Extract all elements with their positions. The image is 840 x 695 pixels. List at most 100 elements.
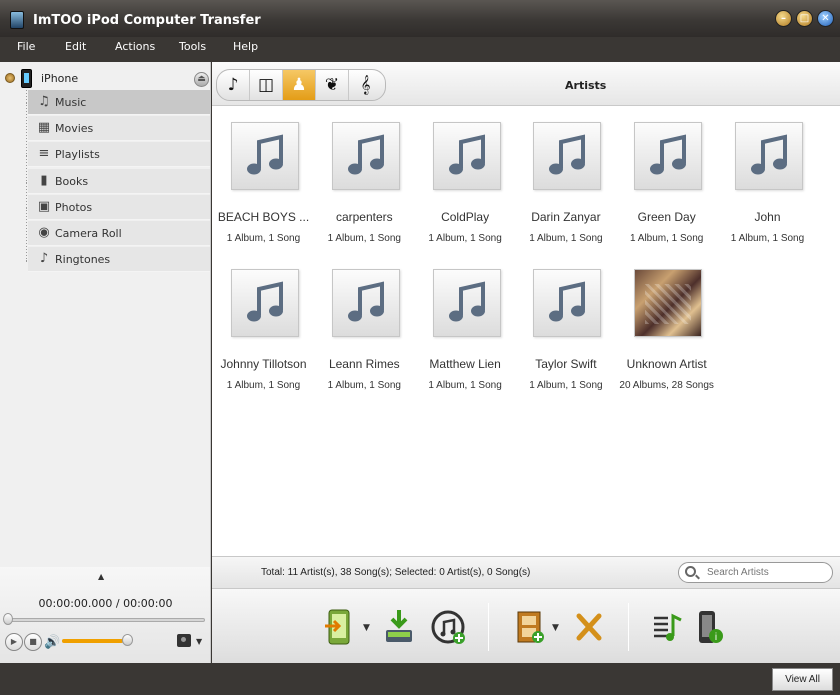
menu-help[interactable]: Help: [233, 40, 258, 53]
search-input[interactable]: [707, 565, 825, 580]
book-icon: ▮: [40, 172, 48, 188]
artist-placeholder-cover[interactable]: [634, 122, 703, 190]
music-note-icon: ♫: [38, 94, 50, 109]
separator: [488, 603, 489, 651]
artist-summary: 20 Albums, 28 Songs: [619, 380, 714, 391]
artist-placeholder-cover[interactable]: [533, 269, 602, 337]
menu-file[interactable]: File: [17, 40, 35, 53]
artist-placeholder-cover[interactable]: [231, 269, 299, 337]
film-icon: ▦: [37, 120, 51, 136]
playlist-add-icon: [654, 613, 682, 641]
add-to-itunes-button[interactable]: [431, 607, 467, 647]
albums-tab[interactable]: ◫: [250, 70, 283, 100]
eject-icon: ⏏: [197, 74, 206, 84]
music-note-icon: [347, 281, 384, 322]
stop-button[interactable]: ■: [24, 633, 42, 651]
add-files-button[interactable]: [512, 607, 548, 647]
window-title: ImTOO iPod Computer Transfer: [33, 13, 261, 28]
add-to-playlist-button[interactable]: [650, 607, 686, 647]
artist-placeholder-cover[interactable]: [331, 122, 400, 190]
volume-icon[interactable]: 🔊: [44, 635, 60, 650]
artist-card[interactable]: Taylor Swift 1 Album, 1 Song: [515, 269, 616, 409]
bottom-bar: View All Tasks: [0, 663, 840, 695]
artist-placeholder-cover[interactable]: [231, 122, 299, 190]
album-cover-image[interactable]: [634, 269, 703, 337]
composers-tab[interactable]: 𝄞: [349, 70, 382, 100]
sidebar-item-label: Camera Roll: [55, 227, 122, 240]
menu-actions[interactable]: Actions: [115, 40, 155, 53]
search-box[interactable]: [678, 562, 833, 583]
chevron-down-icon[interactable]: ▼: [196, 637, 202, 646]
seek-handle[interactable]: [3, 613, 13, 625]
music-note-icon: [247, 281, 283, 322]
sidebar-item-photos[interactable]: ▣ Photos: [28, 194, 210, 220]
collapse-toggle-icon[interactable]: [5, 73, 15, 83]
artist-name: carpenters: [335, 210, 393, 224]
volume-slider[interactable]: [62, 639, 128, 643]
view-toolbar: ♪ ◫ ♟ ❦ 𝄞 Artists: [212, 62, 840, 106]
artist-card[interactable]: Unknown Artist 20 Albums, 28 Songs: [616, 269, 717, 409]
device-info-button[interactable]: i: [692, 607, 728, 647]
ringtone-icon: ♪: [39, 251, 49, 267]
artists-tab[interactable]: ♟: [283, 70, 316, 100]
sidebar-item-camera-roll[interactable]: ◉ Camera Roll: [28, 221, 210, 246]
artist-card[interactable]: Green Day 1 Album, 1 Song: [616, 122, 717, 262]
artist-summary: 1 Album, 1 Song: [428, 380, 502, 391]
artist-card[interactable]: Johnny Tillotson 1 Album, 1 Song: [213, 269, 314, 409]
separator: [628, 603, 629, 651]
maximize-icon: □: [799, 13, 810, 24]
playlist-icon: ≡: [38, 146, 50, 162]
action-bar: ▼ ▼ i: [212, 588, 840, 663]
artist-name: Unknown Artist: [626, 357, 707, 371]
chevron-down-icon[interactable]: ▼: [552, 623, 559, 633]
minimize-button[interactable]: –: [775, 10, 792, 27]
artist-card[interactable]: Leann Rimes 1 Album, 1 Song: [314, 269, 415, 409]
artist-placeholder-cover[interactable]: [735, 122, 803, 190]
sidebar-item-ringtones[interactable]: ♪ Ringtones: [28, 247, 210, 273]
view-title: Artists: [565, 79, 607, 92]
menu-edit[interactable]: Edit: [65, 40, 86, 53]
menu-tools[interactable]: Tools: [179, 40, 206, 53]
treble-clef-icon: 𝄞: [360, 75, 371, 95]
sidebar-item-label: Music: [55, 96, 87, 109]
maximize-button[interactable]: □: [796, 10, 813, 27]
artist-card[interactable]: BEACH BOYS ... 1 Album, 1 Song: [213, 122, 314, 262]
artist-placeholder-cover[interactable]: [432, 269, 501, 337]
artist-card[interactable]: ColdPlay 1 Album, 1 Song: [415, 122, 516, 262]
artist-name: Darin Zanyar: [531, 210, 601, 224]
close-button[interactable]: ✕: [817, 10, 834, 27]
sidebar-item-books[interactable]: ▮ Books: [28, 168, 210, 194]
delete-button[interactable]: [571, 607, 607, 647]
seek-bar[interactable]: [6, 618, 205, 622]
volume-handle[interactable]: [122, 634, 133, 646]
add-files-icon: [517, 611, 544, 643]
content-area: ♪ ◫ ♟ ❦ 𝄞 Artists BEACH BOYS ... 1 Album,…: [212, 62, 840, 556]
music-note-icon: [448, 134, 485, 175]
view-all-tasks-button[interactable]: View All Tasks: [772, 668, 833, 691]
device-node[interactable]: iPhone ⏏: [0, 68, 211, 90]
sidebar-item-movies[interactable]: ▦ Movies: [28, 116, 210, 142]
artist-placeholder-cover[interactable]: [533, 122, 602, 190]
genres-tab[interactable]: ❦: [316, 70, 349, 100]
menu-bar: File Edit Actions Tools Help: [0, 37, 840, 62]
eject-button[interactable]: ⏏: [194, 72, 209, 87]
sidebar-item-music[interactable]: ♫ Music: [28, 90, 210, 115]
sidebar-item-label: Ringtones: [55, 253, 111, 267]
artist-placeholder-cover[interactable]: [432, 122, 501, 190]
copy-to-pc-icon: [386, 610, 412, 642]
artist-card[interactable]: carpenters 1 Album, 1 Song: [314, 122, 415, 262]
device-info-icon: i: [699, 611, 723, 643]
sidebar-item-playlists[interactable]: ≡ Playlists: [28, 142, 210, 168]
artist-card[interactable]: Matthew Lien 1 Album, 1 Song: [415, 269, 516, 409]
snapshot-camera-icon[interactable]: [177, 634, 191, 647]
title-bar[interactable]: ImTOO iPod Computer Transfer – □ ✕: [0, 0, 840, 37]
collapse-panel-icon[interactable]: ▲: [98, 572, 104, 581]
play-button[interactable]: ▶: [5, 633, 23, 651]
songs-tab[interactable]: ♪: [217, 70, 250, 100]
chevron-down-icon[interactable]: ▼: [363, 623, 370, 633]
artist-card[interactable]: John 1 Album, 1 Song: [717, 122, 818, 262]
artist-card[interactable]: Darin Zanyar 1 Album, 1 Song: [515, 122, 616, 262]
copy-to-pc-button[interactable]: [381, 607, 417, 647]
artist-placeholder-cover[interactable]: [331, 269, 400, 337]
copy-to-device-button[interactable]: [321, 607, 357, 647]
